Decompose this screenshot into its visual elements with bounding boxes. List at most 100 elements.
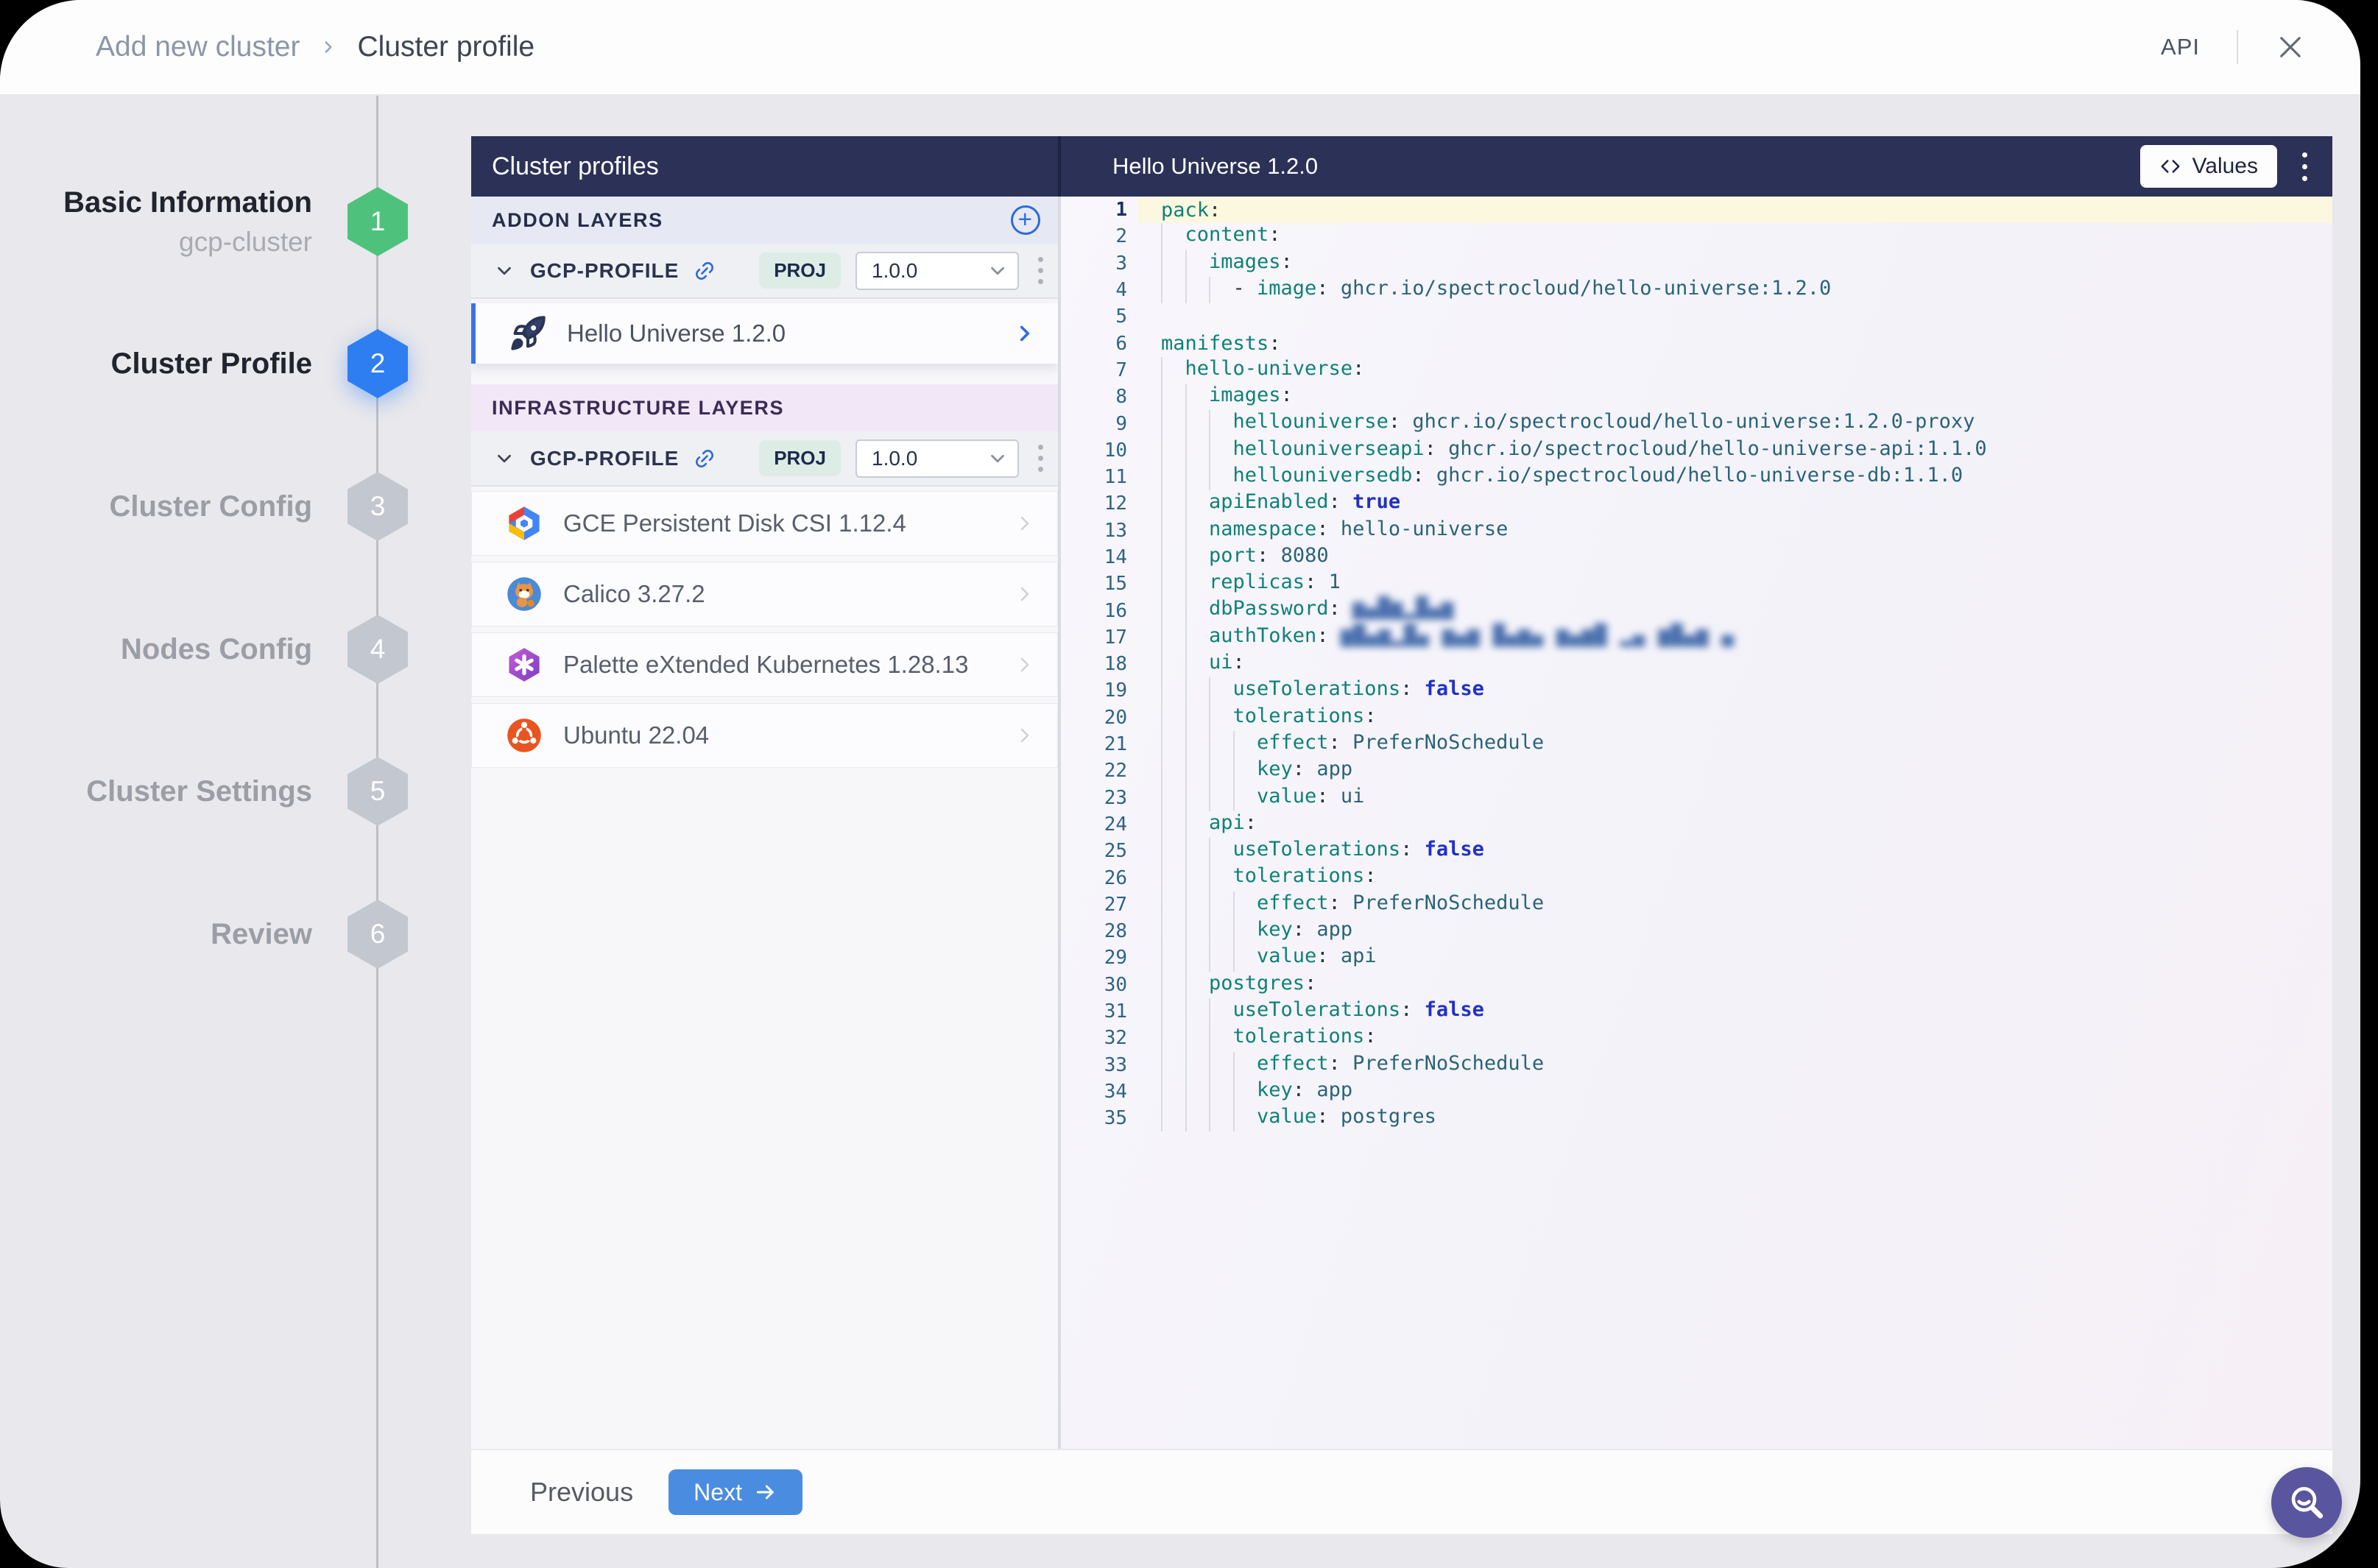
code-line: 17authToken: ▆█▄▆▂█▄ ▆▄▆ █▄▆▄ ▆▄▆█ ▂▄ ▆█… <box>1061 624 2332 651</box>
chevron-right-icon <box>1013 582 1037 606</box>
line-number: 30 <box>1061 974 1142 996</box>
scope-badge: PROJ <box>759 252 841 289</box>
editor-kebab-menu-icon[interactable] <box>2296 146 2313 187</box>
page-title: Cluster profile <box>357 31 534 63</box>
code-line: 2content: <box>1061 223 2332 250</box>
line-number: 28 <box>1061 920 1142 942</box>
code-line: 28key: app <box>1061 918 2332 944</box>
step-basic-information[interactable]: Basic Information gcp-cluster 1 <box>0 187 409 256</box>
arrow-right-icon <box>754 1480 777 1504</box>
active-line-highlight <box>1137 197 2332 223</box>
step-cluster-config[interactable]: Cluster Config 3 <box>0 472 409 541</box>
collapse-chevron-icon[interactable] <box>493 260 515 282</box>
rocket-icon <box>508 314 548 353</box>
cluster-profiles-header: Cluster profiles <box>471 136 1058 197</box>
line-number: 16 <box>1061 600 1142 622</box>
layer-row[interactable]: GCE Persistent Disk CSI 1.12.4 <box>471 491 1058 556</box>
step-cluster-settings[interactable]: Cluster Settings 5 <box>0 757 409 826</box>
line-number: 5 <box>1061 306 1142 328</box>
previous-button[interactable]: Previous <box>530 1477 633 1508</box>
step-number-hexagon: 2 <box>347 329 408 398</box>
code-line: 12apiEnabled: true <box>1061 490 2332 517</box>
redacted-secret: ▆▄█▆▂█▄▆ <box>1352 597 1454 620</box>
code-line: 26tolerations: <box>1061 864 2332 891</box>
editor-title: Hello Universe 1.2.0 <box>1112 153 1318 180</box>
step-number-hexagon: 1 <box>347 187 408 256</box>
scope-badge: PROJ <box>759 440 841 476</box>
step-review[interactable]: Review 6 <box>0 900 409 969</box>
code-line: 33effect: PreferNoSchedule <box>1061 1052 2332 1078</box>
code-line: 34key: app <box>1061 1078 2332 1105</box>
code-line: 20tolerations: <box>1061 704 2332 731</box>
code-line: 18ui: <box>1061 651 2332 677</box>
line-number: 2 <box>1061 225 1142 247</box>
values-button[interactable]: Values <box>2140 145 2277 188</box>
step-label: Nodes Config <box>121 632 312 666</box>
yaml-editor[interactable]: 1pack:2content:3images:4- image: ghcr.io… <box>1061 197 2332 1449</box>
chevron-right-icon <box>1013 512 1037 535</box>
code-line: 27effect: PreferNoSchedule <box>1061 891 2332 918</box>
code-line: 21effect: PreferNoSchedule <box>1061 731 2332 757</box>
code-line: 23value: ui <box>1061 785 2332 811</box>
breadcrumb-parent-link[interactable]: Add new cluster <box>96 31 300 63</box>
code-line: 25useTolerations: false <box>1061 838 2332 864</box>
divider <box>2237 30 2238 64</box>
kebab-menu-icon[interactable] <box>1034 440 1048 476</box>
line-number: 21 <box>1061 733 1142 755</box>
line-number: 10 <box>1061 439 1142 462</box>
link-icon <box>694 448 716 470</box>
code-line: 6manifests: <box>1061 330 2332 356</box>
version-select[interactable]: 1.0.0 <box>855 439 1019 478</box>
layer-name: Ubuntu 22.04 <box>563 721 709 749</box>
code-line: 31useTolerations: false <box>1061 998 2332 1025</box>
step-cluster-profile[interactable]: Cluster Profile 2 <box>0 329 409 398</box>
chevron-right-icon <box>1013 653 1037 677</box>
collapse-chevron-icon[interactable] <box>493 448 515 470</box>
line-number: 34 <box>1061 1081 1142 1103</box>
step-label: Review <box>211 917 312 951</box>
layer-name: Calico 3.27.2 <box>563 580 705 608</box>
layer-row[interactable]: Hello Universe 1.2.0 <box>471 303 1058 364</box>
code-line: 15replicas: 1 <box>1061 571 2332 597</box>
cluster-profiles-title: Cluster profiles <box>492 152 659 181</box>
chevron-down-icon <box>987 448 1009 470</box>
chevron-down-icon <box>987 260 1009 282</box>
step-number-hexagon: 6 <box>347 900 408 969</box>
code-line: 19useTolerations: false <box>1061 677 2332 704</box>
code-line: 30postgres: <box>1061 972 2332 998</box>
line-number: 26 <box>1061 867 1142 889</box>
line-number: 27 <box>1061 894 1142 916</box>
kebab-menu-icon[interactable] <box>1034 252 1048 289</box>
code-line: 22key: app <box>1061 757 2332 784</box>
next-button[interactable]: Next <box>668 1469 802 1515</box>
line-number: 4 <box>1061 279 1142 301</box>
link-icon <box>694 260 716 282</box>
code-icon <box>2159 155 2181 177</box>
step-label: Cluster Config <box>109 490 312 523</box>
code-line: 13namespace: hello-universe <box>1061 518 2332 544</box>
profile-row-infra: GCP-PROFILE PROJ 1.0.0 <box>471 431 1058 487</box>
step-label: Cluster Settings <box>86 774 312 808</box>
redacted-secret: ▆█▄▆▂█▄ ▆▄▆ █▄▆▄ ▆▄▆█ ▂▄ ▆█▄▆ ▄ <box>1341 624 1735 647</box>
step-label: Basic Information <box>63 186 312 219</box>
search-icon <box>2286 1482 2327 1523</box>
step-nodes-config[interactable]: Nodes Config 4 <box>0 615 409 684</box>
layer-row[interactable]: Ubuntu 22.04 <box>471 703 1058 768</box>
line-number: 11 <box>1061 466 1142 488</box>
line-number: 8 <box>1061 386 1142 408</box>
top-header-bar: Add new cluster Cluster profile API <box>0 0 2360 96</box>
close-icon[interactable] <box>2275 32 2306 63</box>
code-line: 8images: <box>1061 384 2332 410</box>
ubuntu-icon <box>504 716 544 755</box>
layer-row[interactable]: Palette eXtended Kubernetes 1.28.13 <box>471 632 1058 697</box>
layer-name: Hello Universe 1.2.0 <box>567 319 786 347</box>
layer-row[interactable]: Calico 3.27.2 <box>471 562 1058 626</box>
add-layer-button[interactable]: + <box>1011 205 1040 235</box>
line-number: 23 <box>1061 787 1142 809</box>
search-fab-button[interactable] <box>2271 1467 2342 1538</box>
code-line: 29value: api <box>1061 944 2332 971</box>
version-select[interactable]: 1.0.0 <box>855 252 1019 290</box>
api-button[interactable]: API <box>2161 34 2200 60</box>
profile-row-addon: GCP-PROFILE PROJ 1.0.0 <box>471 244 1058 299</box>
code-line: 7hello-universe: <box>1061 357 2332 384</box>
